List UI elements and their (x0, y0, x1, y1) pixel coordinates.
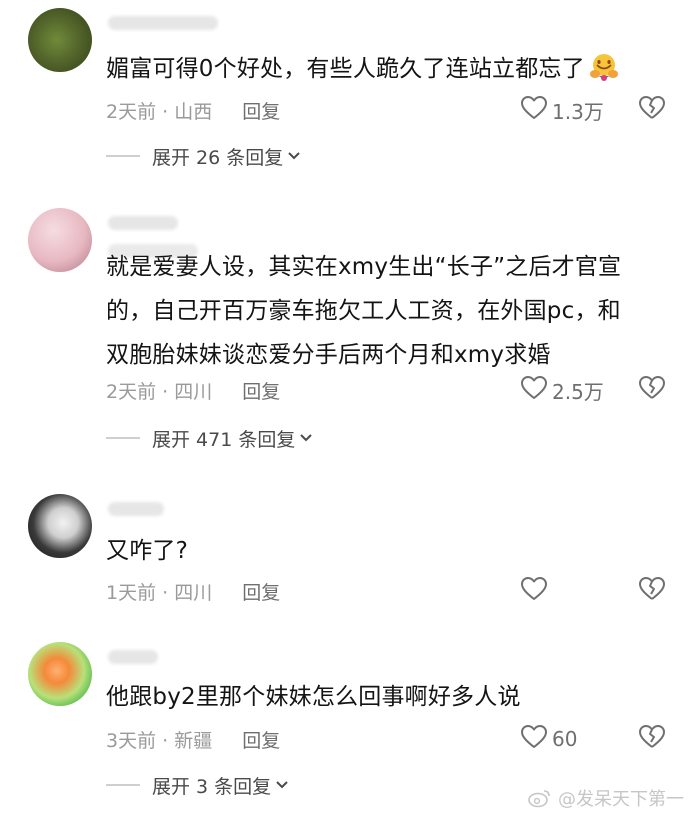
like-count: 2.5万 (552, 379, 604, 404)
heart-icon (520, 375, 548, 406)
comment-text-line: 双胞胎妹妹谈恋爱分手后两个月和xmy求婚 (106, 342, 551, 368)
comment-meta: 2天前 · 山西 回复 1.3万 (106, 95, 666, 125)
hugging-face-emoji-icon (589, 52, 619, 82)
dislike-button[interactable] (638, 95, 666, 126)
reply-button[interactable]: 回复 (242, 726, 280, 753)
avatar[interactable] (28, 642, 92, 706)
expand-replies-label: 展开 26 条回复 (152, 146, 284, 169)
watermark: @发呆天下第一 (528, 784, 684, 812)
heart-icon (520, 724, 548, 755)
like-button[interactable]: 2.5万 (520, 375, 608, 406)
chevron-down-icon (275, 780, 289, 790)
comment-text: 就是爱妻人设，其实在xmy生出“长子”之后才官宣 的，自己开百万豪车拖欠工人工资… (106, 248, 662, 374)
chevron-down-icon (299, 433, 313, 443)
dislike-button[interactable] (638, 576, 666, 607)
comment-text-line: 的，自己开百万豪车拖欠工人工资，在外国pc，和 (106, 298, 621, 324)
reply-button[interactable]: 回复 (242, 97, 280, 124)
time-location: 1天前 · 四川 (106, 581, 213, 604)
comment-text-body: 媚富可得0个好处，有些人跪久了连站立都忘了 (106, 56, 585, 82)
reply-button[interactable]: 回复 (242, 377, 280, 404)
heart-icon (520, 95, 548, 126)
comment-meta: 3天前 · 新疆 回复 60 (106, 724, 666, 754)
dislike-button[interactable] (638, 375, 666, 406)
comment-actions: 1.3万 (520, 95, 666, 126)
dislike-button[interactable] (638, 724, 666, 755)
expand-replies[interactable]: 展开 471 条回复 (106, 424, 313, 452)
expand-replies-label: 展开 3 条回复 (152, 775, 272, 798)
broken-heart-icon (638, 375, 666, 406)
comment-text-body: 他跟by2里那个妹妹怎么回事啊好多人说 (106, 684, 521, 710)
comment-text-body: 又咋了? (106, 538, 189, 564)
expand-replies[interactable]: 展开 26 条回复 (106, 142, 301, 170)
comment-text: 他跟by2里那个妹妹怎么回事啊好多人说 (106, 678, 662, 716)
comment-actions (520, 576, 666, 607)
time-location: 2天前 · 山西 (106, 100, 213, 123)
comment-text-line: 就是爱妻人设，其实在xmy生出“长子”之后才官宣 (106, 254, 622, 280)
time-location: 2天前 · 四川 (106, 380, 213, 403)
avatar[interactable] (28, 208, 92, 272)
avatar[interactable] (28, 494, 92, 558)
comment-actions: 60 (520, 724, 666, 755)
like-count: 60 (552, 727, 578, 751)
username-blurred[interactable] (108, 16, 218, 30)
expand-replies-label: 展开 471 条回复 (152, 428, 296, 451)
comment-meta: 2天前 · 四川 回复 2.5万 (106, 375, 666, 405)
reply-button[interactable]: 回复 (242, 578, 280, 605)
divider-line (106, 784, 140, 786)
heart-icon (520, 576, 548, 607)
divider-line (106, 155, 140, 157)
username-blurred[interactable] (108, 502, 164, 516)
divider-line (106, 437, 140, 439)
like-button[interactable]: 60 (520, 724, 608, 755)
expand-replies[interactable]: 展开 3 条回复 (106, 771, 289, 799)
broken-heart-icon (638, 724, 666, 755)
comment-text: 又咋了? (106, 532, 662, 570)
comment-meta: 1天前 · 四川 回复 (106, 576, 666, 606)
username-blurred[interactable] (108, 650, 158, 664)
comment-actions: 2.5万 (520, 375, 666, 406)
like-button[interactable] (520, 576, 608, 607)
like-count: 1.3万 (552, 99, 604, 124)
weibo-logo-icon (528, 788, 552, 808)
chevron-down-icon (287, 151, 301, 161)
comment-text: 媚富可得0个好处，有些人跪久了连站立都忘了 (106, 50, 662, 88)
like-button[interactable]: 1.3万 (520, 95, 608, 126)
broken-heart-icon (638, 576, 666, 607)
broken-heart-icon (638, 95, 666, 126)
username-blurred[interactable] (108, 216, 178, 230)
watermark-text: @发呆天下第一 (558, 789, 684, 810)
avatar[interactable] (28, 8, 92, 72)
time-location: 3天前 · 新疆 (106, 729, 213, 752)
